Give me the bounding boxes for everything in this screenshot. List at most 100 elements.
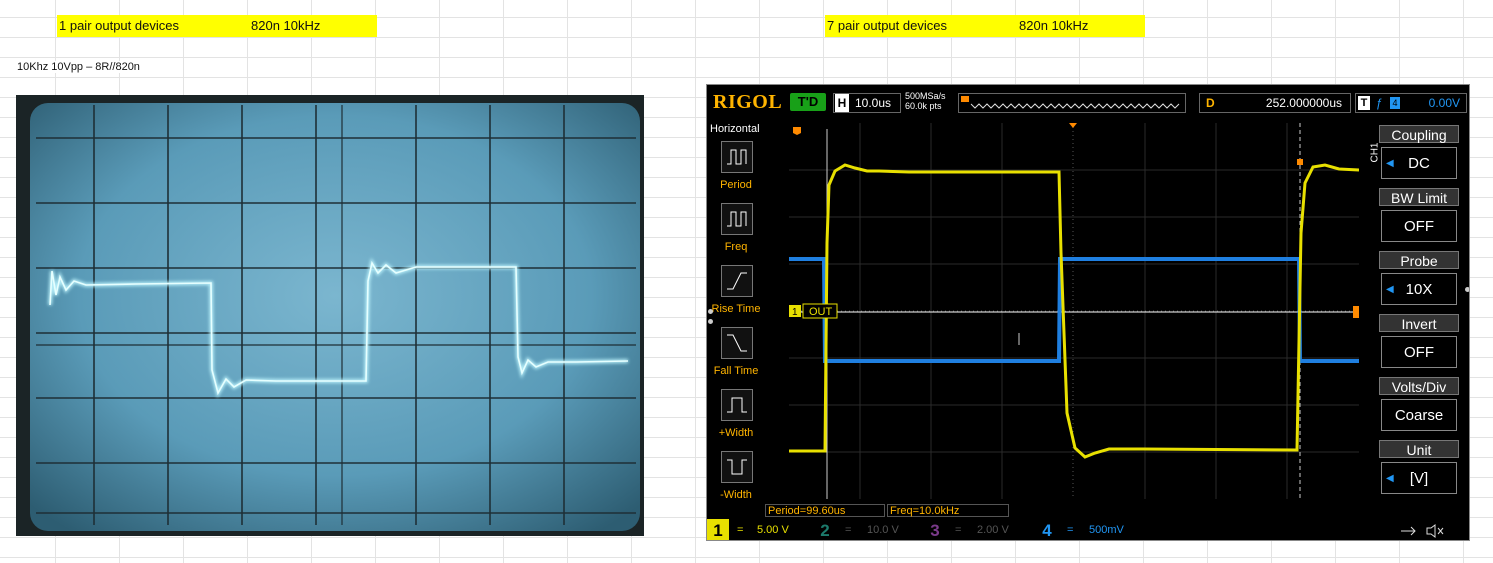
setting-value-text: OFF [1404,218,1434,235]
channel-4-status[interactable]: 4 = 500mV [1037,519,1137,540]
period-measurement[interactable]: Period=99.60us [765,504,885,517]
coupling-icon: = [955,524,962,536]
trigger-level: 0.00V [1428,96,1460,110]
setting-value-text: 10X [1405,281,1433,298]
setting-value[interactable]: ◀ DC [1381,147,1457,179]
usb-sound-icons [1401,524,1444,538]
menu-item-rise-time[interactable]: Rise Time [707,265,765,325]
menu-page-dot [1465,287,1469,292]
memory-overview-strip[interactable] [958,93,1186,113]
channel-number: 1 [713,521,723,540]
speaker-icon [1426,524,1436,538]
ch1-marker-label: 1 [792,307,798,318]
setting-label: Volts/Div [1379,377,1459,395]
rigol-scope-window: RIGOL T'D H 10.0us 500MSa/s 60.0k pts D 2… [706,84,1470,541]
trigger-readout[interactable]: T ƒ 4 0.00V [1355,93,1467,113]
menu-item-minus-width[interactable]: -Width [707,451,765,511]
menu-item-label: Period [720,179,752,191]
channel-scale: 2.00 V [977,524,1009,536]
menu-coupling[interactable]: Coupling ◀ DC [1379,125,1459,183]
setting-value[interactable]: ◀ 10X [1381,273,1457,305]
setting-value[interactable]: OFF [1381,336,1457,368]
rigol-logo: RIGOL [713,91,783,113]
setting-label: Probe [1379,251,1459,269]
setting-value-text: DC [1408,155,1430,172]
menu-unit[interactable]: Unit ◀ [V] [1379,440,1459,498]
timebase-value: 10.0us [855,96,892,110]
channel-number: 3 [930,521,940,540]
rigol-top-bar: RIGOL T'D H 10.0us 500MSa/s 60.0k pts D 2… [707,85,1469,119]
channel-number: 4 [1042,521,1052,540]
menu-item-freq[interactable]: Freq [707,203,765,263]
ch4-blue-trace [789,257,1359,363]
trigger-key: T [1358,96,1370,110]
center-time-marker [1069,123,1077,128]
trigger-source: 4 [1390,97,1400,109]
channel-scale: 500mV [1089,524,1124,536]
channel-scale: 10.0 V [867,524,899,536]
left-header-highlight[interactable]: 1 pair output devices 820n 10kHz [57,15,377,37]
fall-time-icon [721,327,753,359]
rising-edge-icon: ƒ [1376,96,1383,110]
right-header-label: 7 pair output devices [827,18,947,33]
coupling-icon: = [737,524,744,536]
sample-rate-info: 500MSa/s 60.0k pts [905,91,946,111]
freq-icon [721,203,753,235]
menu-invert[interactable]: Invert OFF [1379,314,1459,372]
channel-scale: 5.00 V [757,524,789,536]
horizontal-measure-menu: Horizontal Period Freq Rise Time Fall Ti… [707,119,765,509]
usb-icon [1401,526,1416,536]
channel-1-status[interactable]: 1 = 5.00 V [707,519,807,540]
menu-probe[interactable]: Probe ◀ 10X [1379,251,1459,309]
coupling-icon: = [1067,524,1074,536]
channel-2-status[interactable]: 2 = 10.0 V [815,519,915,540]
menu-item-label: -Width [720,489,752,501]
memory-depth: 60.0k pts [905,101,942,111]
waveform-display[interactable]: 1 OUT [789,123,1359,499]
delay-readout[interactable]: D 252.000000us [1199,93,1351,113]
delay-value: 252.000000us [1265,96,1342,110]
channel-status-bar: 1 = 5.00 V 2 = 10.0 V 3 = 2.00 V 4 = 500… [707,519,1469,540]
setting-value[interactable]: OFF [1381,210,1457,242]
setting-value[interactable]: Coarse [1381,399,1457,431]
rise-time-icon [721,265,753,297]
menu-item-label: Freq [724,241,748,253]
memory-waveform-icon [961,96,1180,109]
left-arrow-icon: ◀ [1386,158,1394,169]
analog-scope-screen [16,95,644,536]
left-arrow-icon: ◀ [1386,473,1394,484]
menu-item-plus-width[interactable]: +Width [707,389,765,449]
setting-label: BW Limit [1379,188,1459,206]
test-condition-note[interactable]: 10Khz 10Vpp – 8R//820n [17,61,140,73]
setting-value-text: Coarse [1394,407,1444,424]
setting-label: Unit [1379,440,1459,458]
horizontal-timebase[interactable]: H 10.0us [833,93,901,113]
channel-3-status[interactable]: 3 = 2.00 V [925,519,1025,540]
trigger-position-marker [793,127,801,135]
channel-number: 2 [820,521,830,540]
freq-measurement[interactable]: Freq=10.0kHz [887,504,1009,517]
menu-item-fall-time[interactable]: Fall Time [707,327,765,387]
setting-label: Invert [1379,314,1459,332]
menu-bw-limit[interactable]: BW Limit OFF [1379,188,1459,246]
delay-key: D [1206,96,1215,110]
setting-value-text: OFF [1404,344,1434,361]
menu-item-label: Rise Time [711,303,761,315]
horizontal-key: H [835,94,849,112]
menu-item-label: Fall Time [713,365,759,377]
menu-item-period[interactable]: Period [707,141,765,201]
menu-page-dot [708,309,713,314]
trigger-status-badge: T'D [790,93,826,111]
right-header-value: 820n 10kHz [1019,18,1089,33]
trigger-level-marker [1353,306,1359,318]
coupling-icon: = [845,524,852,536]
out-label: OUT [809,306,833,318]
right-header-highlight[interactable]: 7 pair output devices 820n 10kHz [825,15,1145,37]
mute-icon [1437,527,1444,535]
cursor-marker [1297,159,1303,165]
analog-scope-photo [16,95,644,536]
setting-value[interactable]: ◀ [V] [1381,462,1457,494]
crt-face [30,103,640,531]
menu-volts-div[interactable]: Volts/Div Coarse [1379,377,1459,435]
menu-item-label: +Width [718,427,754,439]
